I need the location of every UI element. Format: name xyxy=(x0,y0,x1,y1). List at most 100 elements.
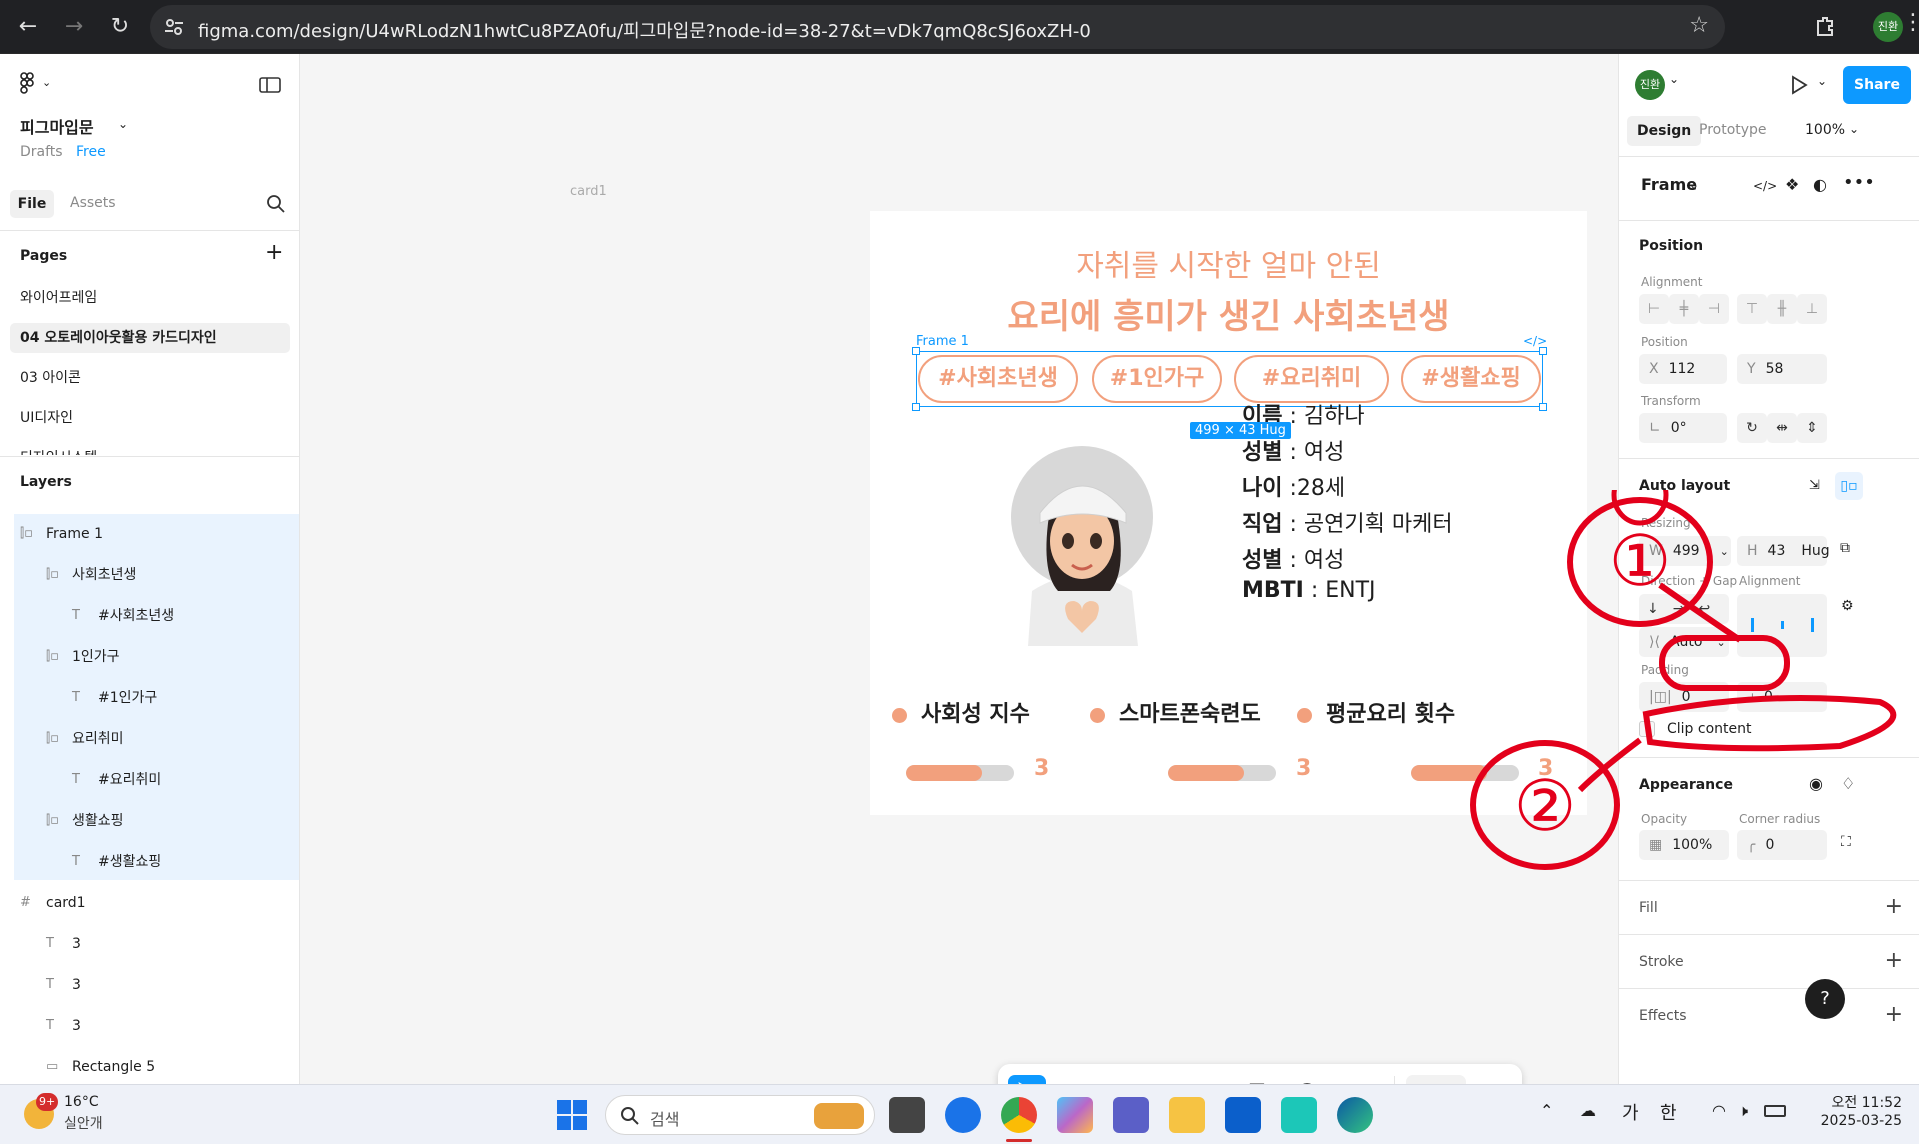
ime-mode[interactable]: 가 xyxy=(1622,1099,1639,1125)
back-icon[interactable]: ← xyxy=(12,11,44,43)
align-center-v-icon[interactable]: ╫ xyxy=(1767,294,1797,324)
y-position-field[interactable]: Y 58 xyxy=(1737,354,1827,384)
clock-date[interactable]: 2025-03-25 xyxy=(1812,1113,1902,1129)
app-icon[interactable] xyxy=(1281,1097,1317,1133)
align-right-icon[interactable]: ⊣ xyxy=(1699,294,1729,324)
toggle-sidebar-icon[interactable] xyxy=(259,76,281,94)
layer-item[interactable]: ⫿▫ Frame 1 xyxy=(14,514,299,554)
mask-icon[interactable]: ◐ xyxy=(1813,175,1827,194)
browser-menu-icon[interactable]: ⋮ xyxy=(1902,10,1919,35)
layer-item[interactable]: T3 xyxy=(14,924,299,964)
rotation-field[interactable]: ∟ 0° xyxy=(1639,413,1727,443)
site-settings-icon[interactable] xyxy=(164,17,184,37)
chevron-down-icon[interactable]: ⌄ xyxy=(1098,1075,1112,1084)
frame-tool-icon[interactable]: # xyxy=(1062,1075,1100,1084)
volume-icon[interactable]: 🕨 xyxy=(1738,1101,1748,1121)
add-stroke-icon[interactable]: + xyxy=(1885,948,1903,973)
weather-temp[interactable]: 16°C xyxy=(64,1094,99,1110)
plan-badge[interactable]: Free xyxy=(76,144,106,160)
page-item[interactable]: 03 아이콘 xyxy=(10,363,290,393)
x-position-field[interactable]: X 112 xyxy=(1639,354,1727,384)
zoom-level[interactable]: 100% xyxy=(1805,122,1845,138)
file-location[interactable]: Drafts xyxy=(20,144,63,160)
taskbar-search[interactable]: 검색 xyxy=(605,1095,875,1135)
actions-tool-icon[interactable]: ⚄ xyxy=(1338,1075,1376,1084)
align-bottom-icon[interactable]: ⊥ xyxy=(1797,294,1827,324)
tab-prototype[interactable]: Prototype xyxy=(1699,122,1767,138)
text-tool-icon[interactable]: T xyxy=(1238,1075,1276,1084)
copilot-icon[interactable] xyxy=(1057,1097,1093,1133)
weather-desc[interactable]: 실안개 xyxy=(64,1113,103,1133)
layer-item[interactable]: ⫿▫ 사회초년생 xyxy=(14,555,299,595)
resize-handle[interactable] xyxy=(1539,403,1547,411)
wifi-icon[interactable]: ◠ xyxy=(1712,1101,1726,1120)
align-left-icon[interactable]: ⊢ xyxy=(1639,294,1669,324)
reload-icon[interactable]: ↻ xyxy=(104,11,136,43)
battery-icon[interactable] xyxy=(1764,1105,1786,1117)
address-bar[interactable]: figma.com/design/U4wRLodzN1hwtCu8PZA0fu/… xyxy=(150,5,1725,49)
add-fill-icon[interactable]: + xyxy=(1885,894,1903,919)
design-canvas[interactable]: card1 자취를 시작한 얼마 안된 요리에 흥미가 생긴 사회초년생 Fra… xyxy=(301,54,1618,1084)
windows-start-icon[interactable] xyxy=(556,1099,588,1131)
resize-handle[interactable] xyxy=(912,347,920,355)
add-page-icon[interactable]: + xyxy=(265,240,283,265)
figma-logo-icon[interactable] xyxy=(20,72,36,94)
pen-tool-icon[interactable]: ✒ xyxy=(1174,1075,1212,1084)
chevron-down-icon[interactable]: ⌄ xyxy=(1849,122,1859,136)
onedrive-icon[interactable]: ☁ xyxy=(1580,1101,1596,1120)
file-explorer-icon[interactable] xyxy=(1169,1097,1205,1133)
resize-handle[interactable] xyxy=(1539,347,1547,355)
chevron-up-icon[interactable]: ⌃ xyxy=(1540,1101,1553,1120)
layer-item[interactable]: ▭ Rectangle 5 xyxy=(14,1047,299,1087)
move-tool-icon[interactable] xyxy=(1008,1075,1046,1084)
file-name[interactable]: 피그마입문 xyxy=(20,114,94,138)
frame-label[interactable]: card1 xyxy=(570,184,607,199)
app-icon[interactable] xyxy=(945,1097,981,1133)
extensions-icon[interactable] xyxy=(1814,15,1836,37)
page-item[interactable]: 디자인시스템 xyxy=(10,443,290,455)
url-text[interactable]: figma.com/design/U4wRLodzN1hwtCu8PZA0fu/… xyxy=(198,17,1091,43)
rotate-icon[interactable]: ↻ xyxy=(1737,413,1767,443)
help-icon[interactable]: ? xyxy=(1805,979,1845,1019)
share-button[interactable]: Share xyxy=(1843,66,1911,104)
layer-item[interactable]: T #1인가구 xyxy=(14,678,299,718)
page-item-active[interactable]: 04 오토레이아웃활용 카드디자인 xyxy=(10,323,290,353)
add-effect-icon[interactable]: + xyxy=(1885,1002,1903,1027)
resize-handle[interactable] xyxy=(912,403,920,411)
chevron-down-icon[interactable]: ⌄ xyxy=(118,117,128,131)
code-icon[interactable]: </> xyxy=(1753,179,1777,193)
store-icon[interactable] xyxy=(1225,1097,1261,1133)
chevron-down-icon[interactable]: ⌄ xyxy=(1689,178,1699,192)
flip-horizontal-icon[interactable]: ⇹ xyxy=(1767,413,1797,443)
forward-icon[interactable]: → xyxy=(58,11,90,43)
page-item[interactable]: 와이어프레임 xyxy=(10,283,290,313)
ime-lang[interactable]: 한 xyxy=(1660,1099,1677,1125)
chrome-icon[interactable] xyxy=(1001,1097,1037,1133)
comment-tool-icon[interactable]: ◯ xyxy=(1288,1075,1326,1084)
user-avatar[interactable]: 진환 xyxy=(1635,70,1665,100)
layer-item[interactable]: ⫿▫ 요리취미 xyxy=(14,719,299,759)
chevron-down-icon[interactable]: ⌄ xyxy=(1046,1075,1060,1084)
align-center-h-icon[interactable]: ╪ xyxy=(1669,294,1699,324)
edge-icon[interactable] xyxy=(1337,1097,1373,1133)
clock-time[interactable]: 오전 11:52 xyxy=(1812,1092,1902,1112)
layer-item[interactable]: T3 xyxy=(14,1006,299,1046)
bookmark-star-icon[interactable]: ☆ xyxy=(1689,13,1709,38)
chevron-down-icon[interactable]: ⌄ xyxy=(1210,1075,1224,1084)
align-top-icon[interactable]: ⊤ xyxy=(1737,294,1767,324)
chevron-down-icon[interactable]: ⌄ xyxy=(42,76,51,89)
search-icon[interactable] xyxy=(266,194,286,214)
layer-item[interactable]: # card1 xyxy=(14,883,299,923)
chevron-down-icon[interactable]: ⌄ xyxy=(1154,1075,1168,1084)
tab-assets[interactable]: Assets xyxy=(70,195,116,211)
layer-item[interactable]: T3 xyxy=(14,965,299,1005)
play-icon[interactable] xyxy=(1789,74,1809,96)
rectangle-tool-icon[interactable]: ▢ xyxy=(1118,1075,1156,1084)
teams-icon[interactable] xyxy=(1113,1097,1149,1133)
page-item[interactable]: UI디자인 xyxy=(10,403,290,433)
component-icon[interactable]: ❖ xyxy=(1785,175,1799,194)
more-icon[interactable]: ••• xyxy=(1843,172,1875,193)
layer-item[interactable]: T #요리취미 xyxy=(14,760,299,800)
layer-item[interactable]: T #사회초년생 xyxy=(14,596,299,636)
layer-item[interactable]: T #생활쇼핑 xyxy=(14,842,299,882)
